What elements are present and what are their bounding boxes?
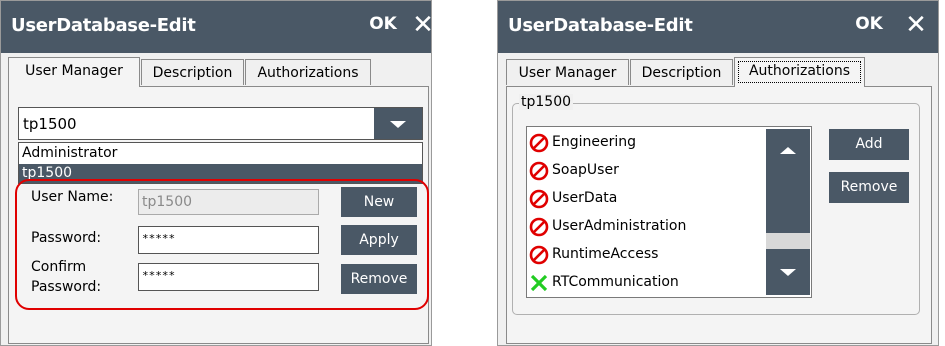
window-title: UserDatabase-Edit <box>508 15 693 36</box>
confirm-password-label-line2: Password: <box>31 279 102 295</box>
scroll-down-button[interactable] <box>766 251 810 295</box>
new-button[interactable]: New <box>341 187 417 217</box>
tab-user-manager[interactable]: User Manager <box>8 57 140 87</box>
authorization-item[interactable]: RTCommunication <box>529 270 763 297</box>
denied-icon <box>529 217 549 237</box>
authorization-label: SoapUser <box>552 162 619 178</box>
user-select-value: tp1500 <box>23 115 77 133</box>
title-bar: UserDatabase-Edit OK ✕ <box>498 1 938 53</box>
dropdown-option-administrator[interactable]: Administrator <box>19 144 422 163</box>
denied-icon <box>529 245 549 265</box>
authorization-item[interactable]: UserAdministration <box>529 214 763 241</box>
chevron-down-icon <box>780 269 796 276</box>
add-button[interactable]: Add <box>829 129 909 160</box>
authorization-item[interactable]: SoapUser <box>529 158 763 185</box>
remove-button[interactable]: Remove <box>829 172 909 203</box>
user-dropdown-list: Administrator tp1500 <box>18 142 423 184</box>
dropdown-toggle[interactable] <box>374 108 422 139</box>
user-select[interactable]: tp1500 <box>18 107 423 140</box>
confirm-password-field[interactable]: ***** <box>138 263 319 291</box>
authorization-label: RuntimeAccess <box>552 246 659 262</box>
authorization-label: RTCommunication <box>552 274 679 290</box>
tab-authorizations[interactable]: Authorizations <box>245 59 371 85</box>
password-field[interactable]: ***** <box>138 226 319 254</box>
remove-button[interactable]: Remove <box>341 264 417 294</box>
tab-user-manager[interactable]: User Manager <box>506 59 629 85</box>
scroll-thumb[interactable] <box>766 233 810 249</box>
chevron-down-icon <box>390 121 406 128</box>
group-label: tp1500 <box>519 94 574 110</box>
confirm-password-label-line1: Confirm <box>31 259 87 275</box>
authorization-list: Engineering SoapUser UserData UserAdministr… <box>526 126 812 298</box>
title-bar: UserDatabase-Edit OK ✕ <box>1 1 434 53</box>
left-window: UserDatabase-Edit OK ✕ User Manager Desc… <box>0 0 434 346</box>
username-field[interactable]: tp1500 <box>138 189 319 215</box>
denied-icon <box>529 161 549 181</box>
password-label: Password: <box>31 230 102 246</box>
right-window: UserDatabase-Edit OK ✕ User Manager Desc… <box>497 0 939 346</box>
authorization-item[interactable]: UserData <box>529 186 763 213</box>
authorization-label: Engineering <box>552 134 636 150</box>
close-button[interactable]: ✕ <box>403 1 443 53</box>
authorization-item[interactable]: RuntimeAccess <box>529 242 763 269</box>
apply-button[interactable]: Apply <box>341 225 417 255</box>
authorization-item[interactable]: Engineering <box>529 130 763 157</box>
authorization-label: UserData <box>552 190 618 206</box>
denied-icon <box>529 133 549 153</box>
scrollbar[interactable] <box>766 129 810 295</box>
close-button[interactable]: ✕ <box>894 1 938 53</box>
authorization-label: UserAdministration <box>552 218 687 234</box>
ok-button[interactable]: OK <box>359 1 407 53</box>
chevron-up-icon <box>780 147 796 154</box>
tab-authorizations[interactable]: Authorizations <box>734 57 865 87</box>
denied-icon <box>529 189 549 209</box>
tab-description[interactable]: Description <box>141 59 244 85</box>
ok-button[interactable]: OK <box>845 1 893 53</box>
granted-icon <box>529 273 549 293</box>
tab-description[interactable]: Description <box>630 59 733 85</box>
scroll-up-button[interactable] <box>766 129 810 173</box>
window-title: UserDatabase-Edit <box>11 15 196 36</box>
username-label: User Name: <box>31 189 114 205</box>
